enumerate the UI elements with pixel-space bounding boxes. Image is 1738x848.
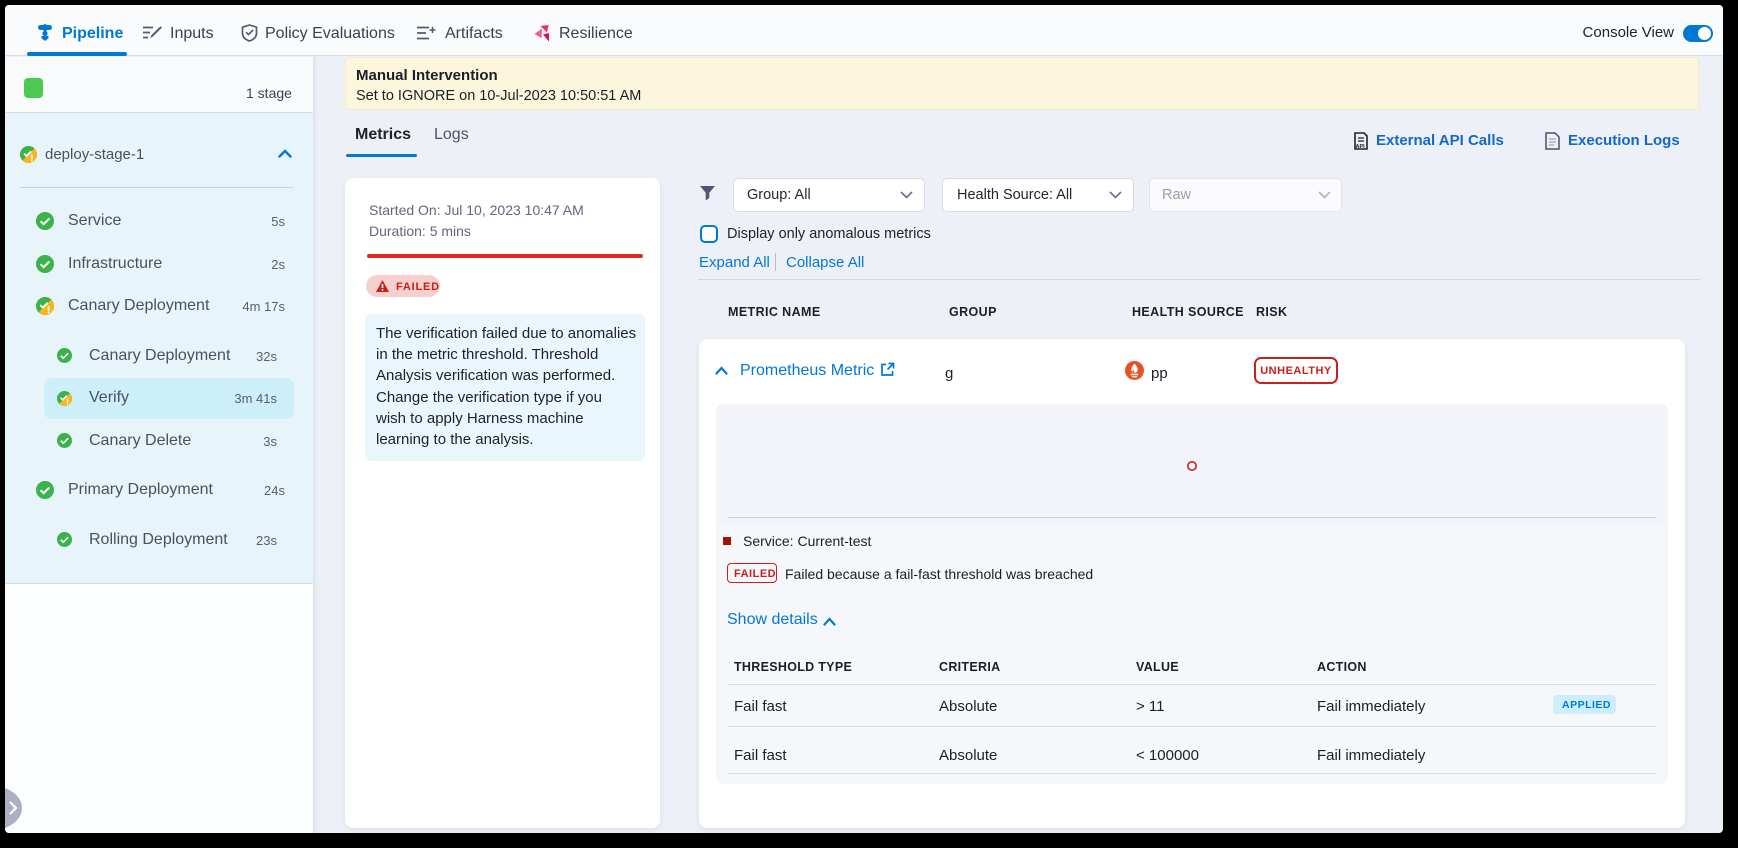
svg-text:API: API [1356, 144, 1366, 150]
